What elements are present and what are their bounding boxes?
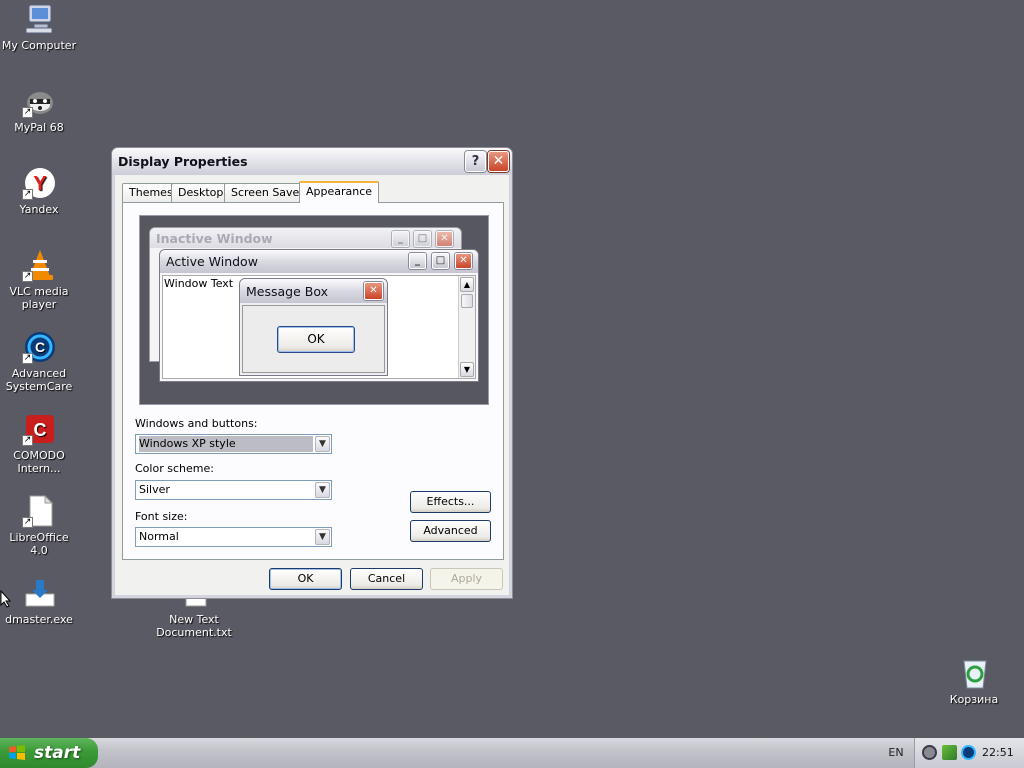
shortcut-arrow-icon: ↗	[22, 517, 33, 528]
dialog-title-bar[interactable]: Display Properties ? ✕	[112, 148, 512, 175]
display-properties-dialog: Display Properties ? ✕ Themes Desktop Sc…	[111, 147, 513, 599]
message-box-ok-button: OK	[277, 326, 355, 353]
shield-tray-icon[interactable]	[922, 745, 937, 760]
minimize-icon: _	[409, 253, 426, 269]
desktop-icon-label: Yandex	[19, 203, 59, 216]
close-icon: ✕	[436, 231, 453, 247]
preview-inactive-title: Inactive Window	[156, 231, 273, 246]
font-size-select[interactable]: Normal ▼	[135, 527, 332, 547]
mouse-cursor-icon	[0, 589, 12, 608]
appearance-preview: Inactive Window _ □ ✕ Active Window _ □ …	[139, 215, 489, 405]
desktop-icon-label: COMODO Intern...	[13, 449, 65, 475]
maximize-icon: □	[414, 231, 431, 247]
close-icon: ✕	[364, 282, 383, 300]
font-size-label: Font size:	[135, 510, 188, 523]
svg-text:C: C	[34, 420, 47, 440]
chevron-down-icon: ▼	[315, 482, 330, 498]
shortcut-arrow-icon: ↗	[22, 353, 33, 364]
desktop-icon-label: New Text Document.txt	[156, 613, 232, 639]
desktop-icon-label: VLC media player	[9, 285, 69, 311]
tab-screen-saver[interactable]: Screen Saver	[224, 183, 311, 202]
scroll-thumb	[461, 294, 473, 308]
preview-message-box: Message Box ✕ OK	[239, 278, 388, 376]
apply-button: Apply	[430, 568, 503, 590]
windows-buttons-select[interactable]: Windows XP style ▼	[135, 434, 332, 454]
color-scheme-select[interactable]: Silver ▼	[135, 480, 332, 500]
preview-inactive-titlebar: Inactive Window _ □ ✕	[150, 228, 461, 248]
network-tray-icon[interactable]	[942, 745, 957, 760]
color-scheme-value: Silver	[139, 483, 170, 496]
windows-buttons-value: Windows XP style	[139, 436, 313, 452]
message-box-titlebar: Message Box ✕	[240, 279, 387, 303]
message-box-title: Message Box	[246, 284, 328, 299]
ok-button[interactable]: OK	[269, 568, 342, 590]
clock: 22:51	[982, 746, 1014, 759]
desktop-icon-yandex[interactable]: Y ↗ Yandex	[1, 166, 77, 216]
shortcut-arrow-icon: ↗	[22, 189, 33, 200]
svg-text:C: C	[35, 339, 45, 355]
start-label: start	[34, 743, 81, 763]
appearance-panel: Inactive Window _ □ ✕ Active Window _ □ …	[122, 202, 504, 560]
systemcare-icon: C ↗	[22, 330, 56, 364]
desktop-icon-comodo[interactable]: C ↗ COMODO Intern...	[1, 412, 77, 475]
shortcut-arrow-icon: ↗	[22, 107, 33, 118]
chevron-down-icon: ▼	[315, 529, 330, 545]
recycle-bin-icon	[957, 656, 991, 690]
preview-scrollbar: ▲ ▼	[458, 276, 475, 378]
tab-appearance[interactable]: Appearance	[299, 181, 380, 203]
close-icon: ✕	[455, 253, 472, 269]
desktop-icon-recycle-bin[interactable]: Корзина	[936, 656, 1012, 706]
shortcut-arrow-icon: ↗	[22, 435, 33, 446]
minimize-icon: _	[392, 231, 409, 247]
cancel-button[interactable]: Cancel	[350, 568, 423, 590]
raccoon-icon: ↗	[22, 84, 56, 118]
desktop-icon-label: LibreOffice 4.0	[9, 531, 69, 557]
start-button[interactable]: start	[0, 738, 98, 768]
maximize-icon: □	[432, 253, 449, 269]
document-icon: ↗	[22, 494, 56, 528]
close-button[interactable]: ✕	[488, 151, 509, 172]
shortcut-arrow-icon: ↗	[22, 271, 33, 282]
svg-text:Y: Y	[33, 173, 47, 195]
yandex-icon: Y ↗	[22, 166, 56, 200]
message-box-body: OK	[242, 305, 385, 373]
scroll-down-icon: ▼	[460, 362, 474, 377]
preview-active-title: Active Window	[166, 254, 258, 269]
windows-buttons-label: Windows and buttons:	[135, 417, 258, 430]
color-scheme-label: Color scheme:	[135, 462, 214, 475]
download-icon	[22, 576, 56, 610]
desktop-icon-dmaster[interactable]: dmaster.exe	[1, 576, 77, 626]
preview-window-text: Window Text	[164, 277, 234, 290]
systemcare-tray-icon[interactable]	[961, 745, 976, 760]
dialog-title: Display Properties	[118, 154, 248, 169]
help-button[interactable]: ?	[465, 151, 486, 172]
scroll-up-icon: ▲	[460, 277, 474, 292]
font-size-value: Normal	[139, 530, 179, 543]
preview-active-titlebar: Active Window _ □ ✕	[160, 250, 478, 273]
desktop-icon-label: MyPal 68	[14, 121, 64, 134]
vlc-icon: ↗	[22, 248, 56, 282]
computer-icon	[22, 2, 56, 36]
desktop-icon-label: Корзина	[949, 693, 999, 706]
effects-button[interactable]: Effects...	[410, 491, 491, 513]
desktop-icon-mypal[interactable]: ↗ MyPal 68	[1, 84, 77, 134]
desktop-icon-advanced-systemcare[interactable]: C ↗ Advanced SystemCare	[1, 330, 77, 393]
comodo-icon: C ↗	[22, 412, 56, 446]
desktop-icon-my-computer[interactable]: My Computer	[1, 2, 77, 52]
desktop-icon-label: My Computer	[1, 39, 77, 52]
windows-flag-icon	[9, 745, 25, 760]
language-indicator[interactable]: EN	[880, 738, 912, 768]
taskbar	[0, 738, 1024, 768]
desktop-icon-libreoffice[interactable]: ↗ LibreOffice 4.0	[1, 494, 77, 557]
chevron-down-icon: ▼	[315, 436, 330, 452]
tab-desktop[interactable]: Desktop	[171, 183, 231, 202]
desktop-icon-label: Advanced SystemCare	[5, 367, 73, 393]
desktop-icon-vlc[interactable]: ↗ VLC media player	[1, 248, 77, 311]
advanced-button[interactable]: Advanced	[410, 520, 491, 542]
desktop-icon-label: dmaster.exe	[5, 613, 73, 626]
